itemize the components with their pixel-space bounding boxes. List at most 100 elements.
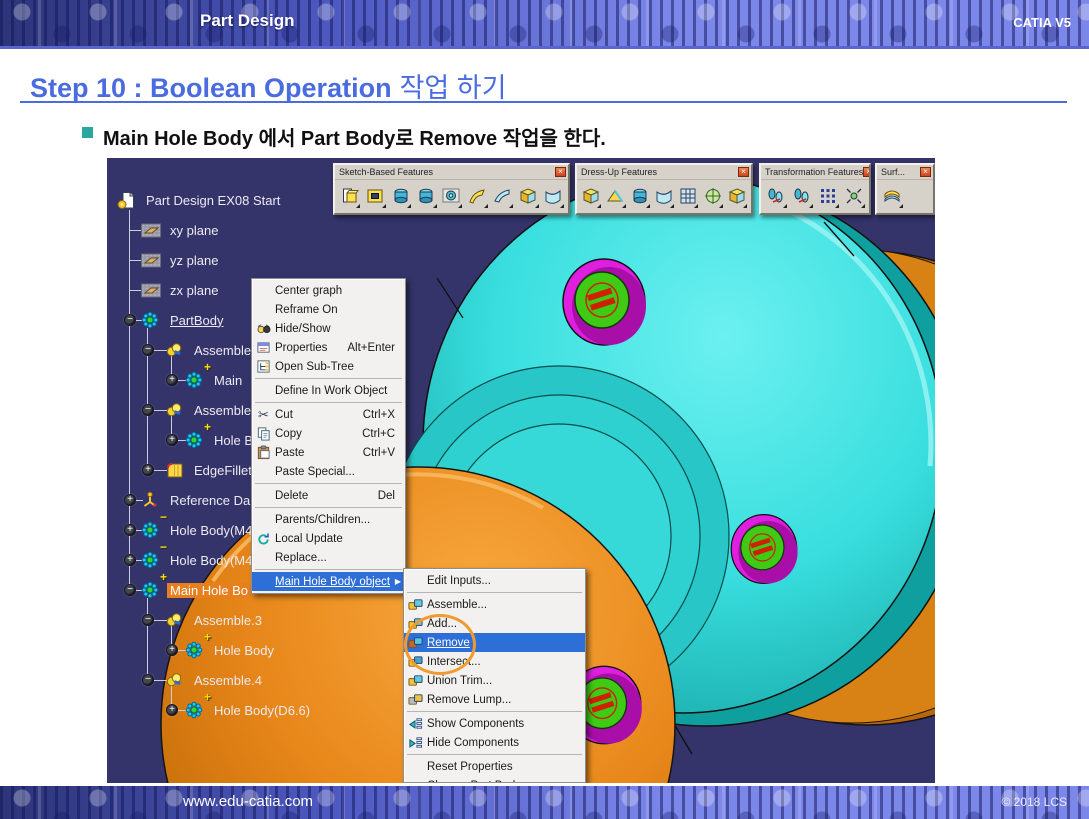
tree-item-label[interactable]: Hole Body(M4 [167, 523, 255, 538]
menu-item-remove[interactable]: Remove [404, 633, 585, 652]
menu-item-edit-inputs[interactable]: Edit Inputs... [404, 571, 585, 590]
close-icon[interactable]: × [863, 167, 869, 177]
menu-item-hide-show[interactable]: Hide/Show [252, 319, 405, 338]
expand-minus-node[interactable]: − [142, 674, 154, 686]
menu-item-union-trim[interactable]: Union Trim... [404, 671, 585, 690]
tree-item-assemble[interactable]: Assemble. [165, 340, 258, 360]
thickness-icon[interactable] [677, 183, 699, 209]
menu-item-replace[interactable]: Replace... [252, 548, 405, 567]
tree-item-hole-body-m4[interactable]: −Hole Body(M4 [141, 520, 255, 540]
tree-item-label[interactable]: Reference Da [167, 493, 253, 508]
expand-plus-node[interactable]: + [124, 494, 136, 506]
menu-item-parents-children[interactable]: Parents/Children... [252, 510, 405, 529]
tree-item-label[interactable]: Assemble. [191, 403, 258, 418]
menu-item-show-components[interactable]: Show Components [404, 714, 585, 733]
tree-item-reference-da[interactable]: Reference Da [141, 490, 253, 510]
hole-icon[interactable] [440, 183, 463, 209]
tree-item-xy-plane[interactable]: xy plane [141, 220, 221, 240]
tree-item-main-hole-bo[interactable]: +Main Hole Bo [141, 580, 251, 600]
tree-item-hole-body-d6-6[interactable]: +Hole Body(D6.6) [185, 700, 313, 720]
menu-item-add[interactable]: Add... [404, 614, 585, 633]
expand-minus-node[interactable]: − [124, 584, 136, 596]
menu-item-center-graph[interactable]: Center graph [252, 281, 405, 300]
tree-item-label[interactable]: zx plane [167, 283, 221, 298]
expand-plus-node[interactable]: + [124, 554, 136, 566]
menu-item-reframe-on[interactable]: Reframe On [252, 300, 405, 319]
tree-item-label[interactable]: EdgeFillet. [191, 463, 258, 478]
draft-angle-icon[interactable] [629, 183, 651, 209]
pocket-icon[interactable] [363, 183, 386, 209]
remove-face-icon[interactable] [726, 183, 748, 209]
tree-item-label[interactable]: Main [211, 373, 245, 388]
tree-item-hole-b[interactable]: +Hole B [185, 430, 256, 450]
menu-item-define-in-work-object[interactable]: Define In Work Object [252, 381, 405, 400]
close-icon[interactable]: × [738, 167, 749, 177]
menu-item-reset-properties[interactable]: Reset Properties [404, 757, 585, 776]
menu-item-change-part-body[interactable]: Change Part Body [404, 776, 585, 783]
extrude-icon[interactable] [880, 183, 904, 209]
loft-icon[interactable] [542, 183, 565, 209]
menu-item-cut[interactable]: ✂CutCtrl+X [252, 405, 405, 424]
chamfer-icon[interactable] [604, 183, 626, 209]
tree-item-label[interactable]: Assemble. [191, 343, 258, 358]
tree-item-label[interactable]: Hole Body [211, 643, 277, 658]
tree-item-label[interactable]: Assemble.3 [191, 613, 265, 628]
tree-item-assemble[interactable]: Assemble. [165, 400, 258, 420]
tree-item-yz-plane[interactable]: yz plane [141, 250, 221, 270]
menu-item-main-hole-body-object[interactable]: Main Hole Body object▶ [252, 572, 405, 591]
thread-tap-icon[interactable] [701, 183, 723, 209]
tree-item-hole-body[interactable]: +Hole Body [185, 640, 277, 660]
rotation-icon[interactable] [790, 183, 814, 209]
tree-item-zx-plane[interactable]: zx plane [141, 280, 221, 300]
groove-icon[interactable] [414, 183, 437, 209]
expand-plus-node[interactable]: + [166, 704, 178, 716]
tree-item-label[interactable]: Hole B [211, 433, 256, 448]
expand-plus-node[interactable]: + [166, 434, 178, 446]
tree-item-part-design-ex08-start[interactable]: Part Design EX08 Start [117, 190, 283, 210]
stiffener-icon[interactable] [516, 183, 539, 209]
menu-item-intersect[interactable]: Intersect... [404, 652, 585, 671]
menu-item-hide-components[interactable]: Hide Components [404, 733, 585, 752]
tree-item-label[interactable]: Main Hole Bo [167, 583, 251, 598]
menu-item-properties[interactable]: PropertiesAlt+Enter [252, 338, 405, 357]
menu-item-assemble[interactable]: Assemble... [404, 595, 585, 614]
menu-item-copy[interactable]: CopyCtrl+C [252, 424, 405, 443]
menu-item-local-update[interactable]: Local Update [252, 529, 405, 548]
expand-minus-node[interactable]: − [142, 404, 154, 416]
tree-item-label[interactable]: yz plane [167, 253, 221, 268]
expand-plus-node[interactable]: + [124, 524, 136, 536]
expand-plus-node[interactable]: + [166, 644, 178, 656]
tree-item-assemble-4[interactable]: Assemble.4 [165, 670, 265, 690]
expand-minus-node[interactable]: − [142, 344, 154, 356]
shell-icon[interactable] [653, 183, 675, 209]
tree-item-edgefillet[interactable]: EdgeFillet. [165, 460, 258, 480]
rect-pattern-icon[interactable] [816, 183, 840, 209]
tree-item-label[interactable]: PartBody [167, 313, 226, 328]
menu-item-open-sub-tree[interactable]: Open Sub-Tree [252, 357, 405, 376]
expand-plus-node[interactable]: + [166, 374, 178, 386]
menu-item-paste-special[interactable]: Paste Special... [252, 462, 405, 481]
slot-icon[interactable] [491, 183, 514, 209]
pad-icon[interactable] [338, 183, 361, 209]
shaft-icon[interactable] [389, 183, 412, 209]
tree-item-label[interactable]: Assemble.4 [191, 673, 265, 688]
tree-item-partbody[interactable]: PartBody [141, 310, 226, 330]
tree-item-label[interactable]: Hole Body(M4 [167, 553, 255, 568]
edge-fillet-icon[interactable] [580, 183, 602, 209]
toolbar-dress-up-features[interactable]: Dress-Up Features× [575, 163, 753, 215]
toolbar-sketch-based-features[interactable]: Sketch-Based Features× [333, 163, 570, 215]
expand-plus-node[interactable]: + [142, 464, 154, 476]
tree-item-label[interactable]: Hole Body(D6.6) [211, 703, 313, 718]
menu-item-delete[interactable]: DeleteDel [252, 486, 405, 505]
close-icon[interactable]: × [920, 167, 931, 177]
rib-icon[interactable] [465, 183, 488, 209]
tree-item-label[interactable]: xy plane [167, 223, 221, 238]
tree-item-hole-body-m4[interactable]: −Hole Body(M4 [141, 550, 255, 570]
translation-icon[interactable] [764, 183, 788, 209]
expand-minus-node[interactable]: − [142, 614, 154, 626]
toolbar-transformation-features[interactable]: Transformation Features× [759, 163, 871, 215]
scaling-icon[interactable] [842, 183, 866, 209]
expand-minus-node[interactable]: − [124, 314, 136, 326]
toolbar-surf[interactable]: Surf...× [875, 163, 935, 215]
tree-item-assemble-3[interactable]: Assemble.3 [165, 610, 265, 630]
